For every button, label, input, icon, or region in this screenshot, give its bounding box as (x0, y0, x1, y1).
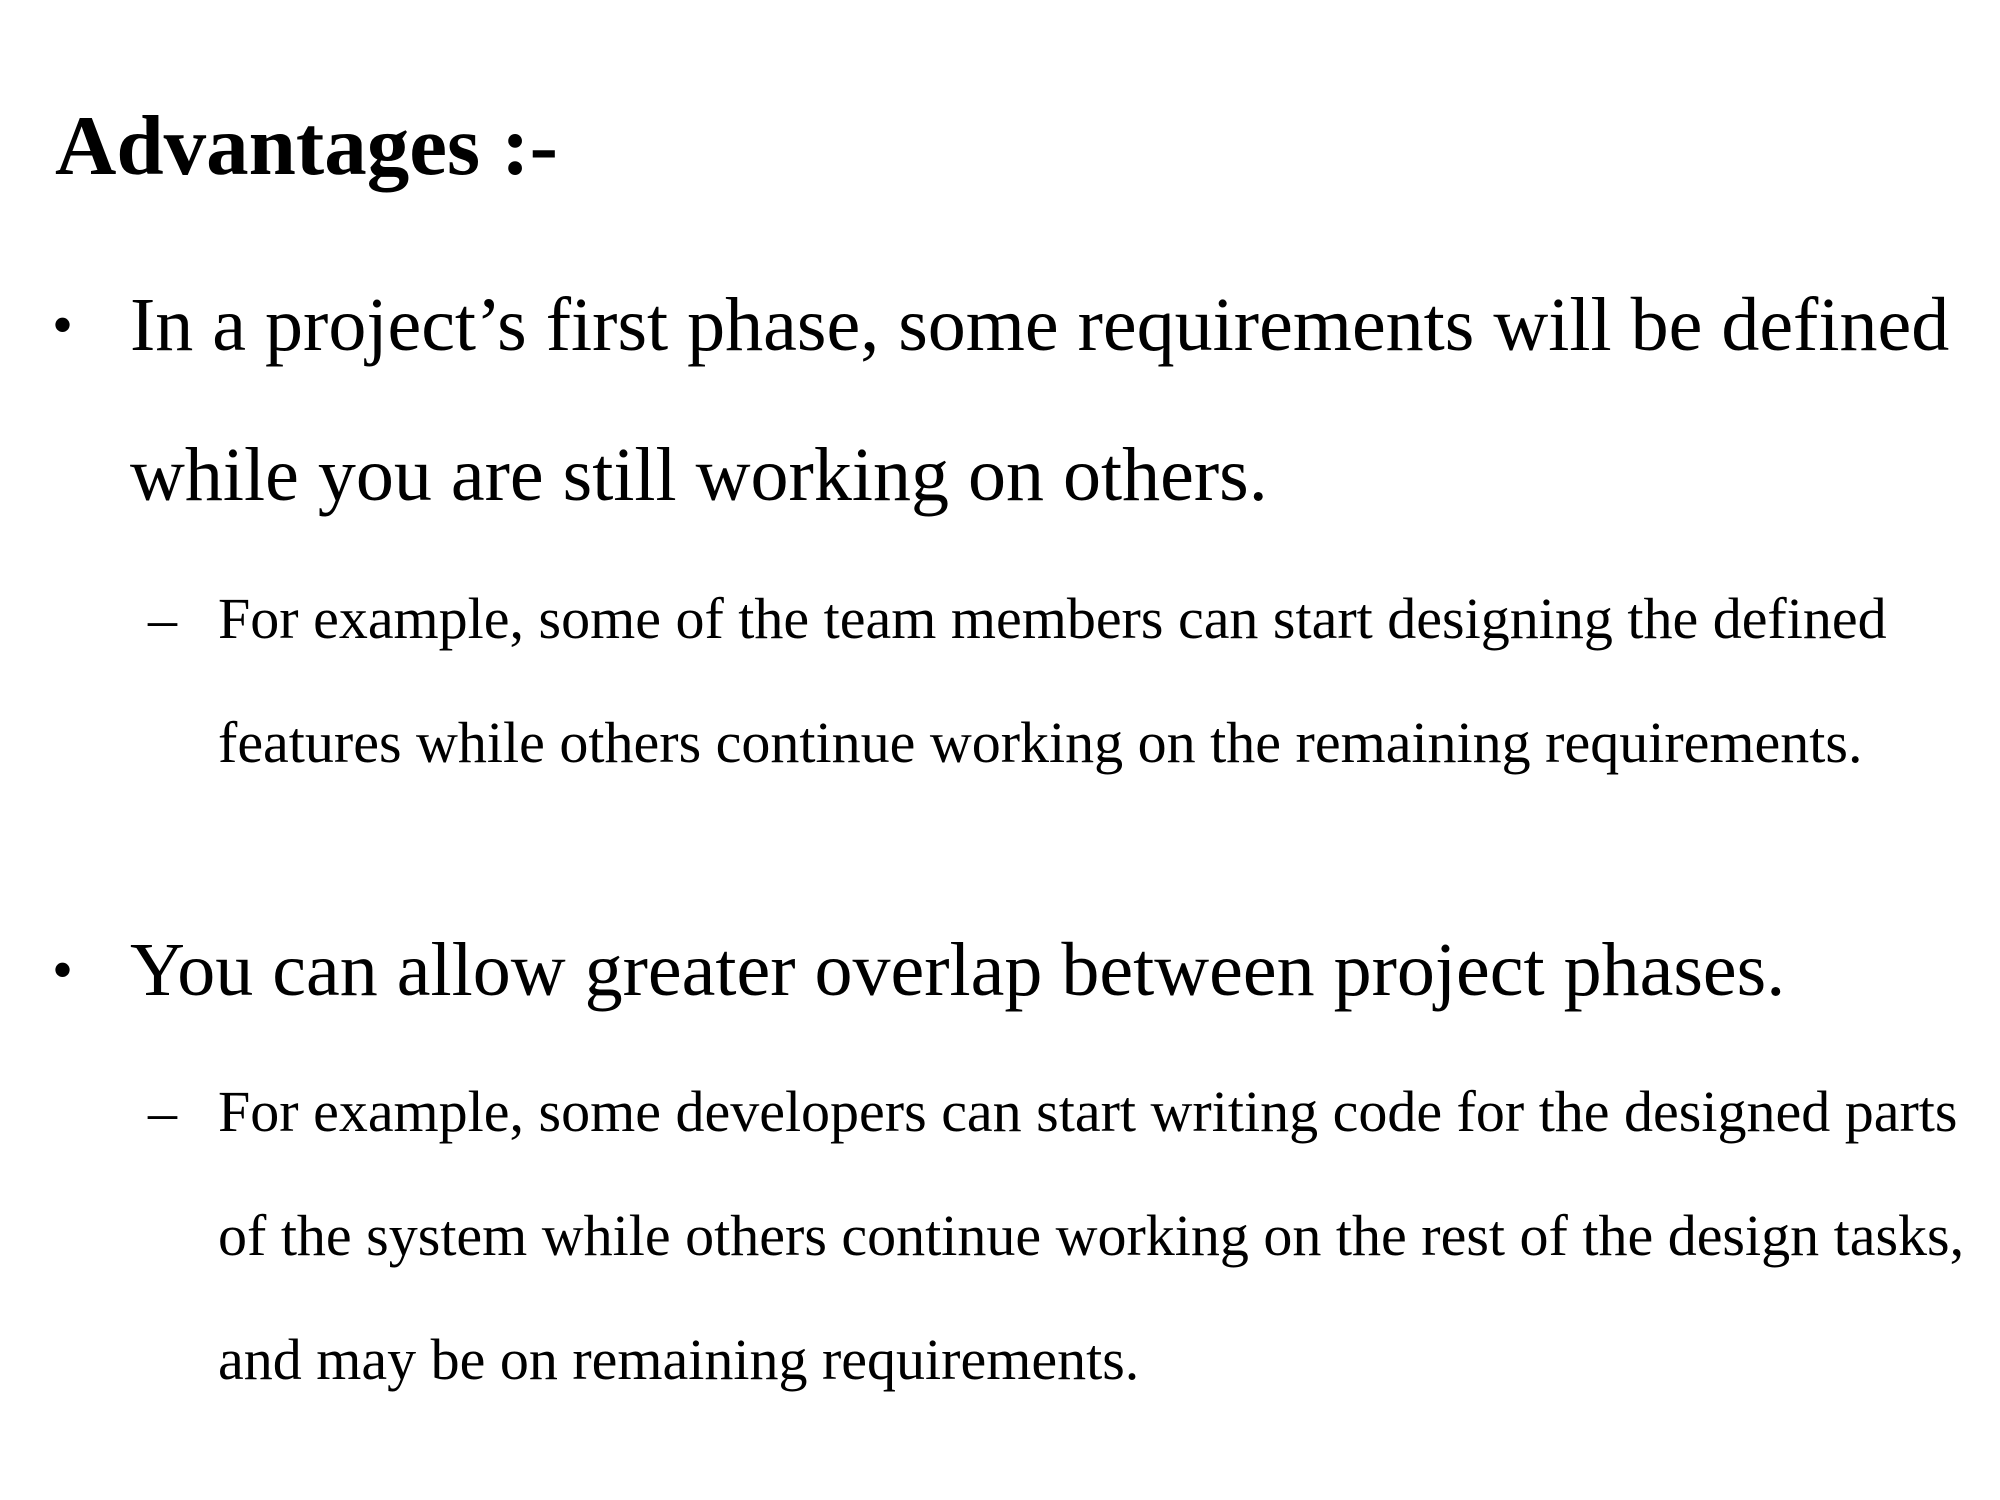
sub-bullet-text: For example, some of the team members ca… (218, 586, 1887, 775)
bullet-text: You can allow greater overlap between pr… (130, 928, 1786, 1012)
bullet-marker: • (52, 937, 74, 1003)
sub-bullet-marker: – (148, 586, 177, 651)
slide-title: Advantages :- (55, 99, 558, 193)
sub-bullet-item: – For example, some of the team members … (148, 557, 1978, 805)
slide: Advantages :- • In a project’s first pha… (0, 0, 2000, 1500)
bullet-item: • In a project’s first phase, some requi… (52, 250, 1950, 550)
sub-bullet-marker: – (148, 1079, 177, 1144)
bullet-marker: • (52, 292, 74, 358)
bullet-text: In a project’s first phase, some require… (130, 283, 1950, 517)
bullet-item: • You can allow greater overlap between … (52, 895, 1950, 1045)
sub-bullet-text: For example, some developers can start w… (218, 1079, 1965, 1392)
sub-bullet-item: – For example, some developers can start… (148, 1050, 1978, 1422)
